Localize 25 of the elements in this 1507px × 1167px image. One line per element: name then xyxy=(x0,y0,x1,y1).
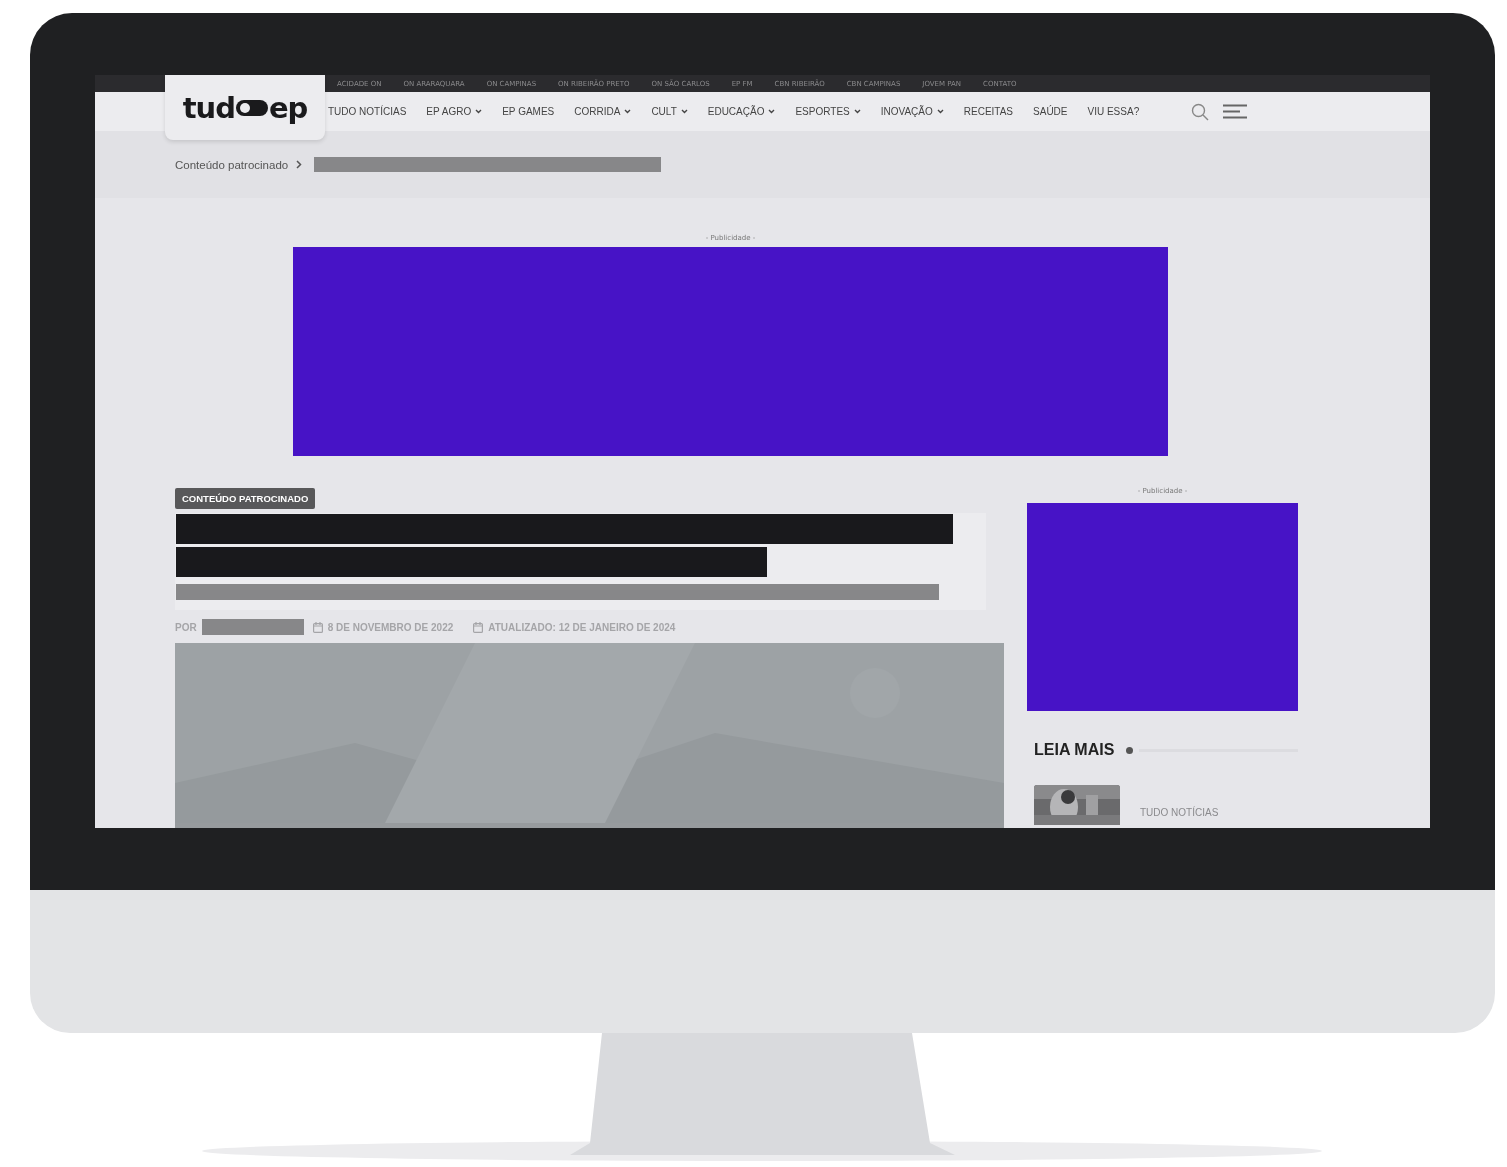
category-badge[interactable]: CONTEÚDO PATROCINADO xyxy=(175,488,316,509)
author-prefix: POR xyxy=(175,621,197,633)
nav-menu-item[interactable]: CORRIDA xyxy=(574,106,632,117)
calendar-icon xyxy=(312,621,323,633)
nav-menu-item[interactable]: EP GAMES xyxy=(502,106,555,117)
section-heading: LEIA MAIS xyxy=(1034,741,1115,759)
updated-date: ATUALIZADO: 12 DE JANEIRO DE 2024 xyxy=(488,621,676,633)
calendar-icon xyxy=(473,621,484,633)
publish-date: 8 DE NOVEMBRO DE 2022 xyxy=(327,621,454,633)
nav-menu-item[interactable]: ESPORTES xyxy=(795,106,861,117)
nav-menu-item[interactable]: VIU ESSA? xyxy=(1087,106,1140,117)
chevron-right-icon xyxy=(296,160,303,169)
breadcrumb-link[interactable]: Conteúdo patrocinado xyxy=(175,158,289,171)
menu-icon[interactable] xyxy=(1223,104,1248,119)
nav-menu-item[interactable]: EP AGRO xyxy=(426,106,483,117)
nav-menu-item[interactable]: CULT xyxy=(651,106,688,117)
nav-menu-item[interactable]: EDUCAÇÃO xyxy=(707,106,776,117)
nav-menu-item[interactable]: SAÚDE xyxy=(1033,106,1068,117)
toggle-icon xyxy=(235,98,268,117)
nav-menu-item[interactable]: RECEITAS xyxy=(963,106,1014,117)
nav-menu-item[interactable]: INOVAÇÃO xyxy=(880,106,944,117)
site-logo[interactable]: tud ep xyxy=(165,75,325,140)
nav-menu-item[interactable]: TUDO NOTÍCIAS xyxy=(328,106,407,117)
search-icon[interactable] xyxy=(1191,102,1210,121)
dot-icon xyxy=(1126,746,1134,754)
